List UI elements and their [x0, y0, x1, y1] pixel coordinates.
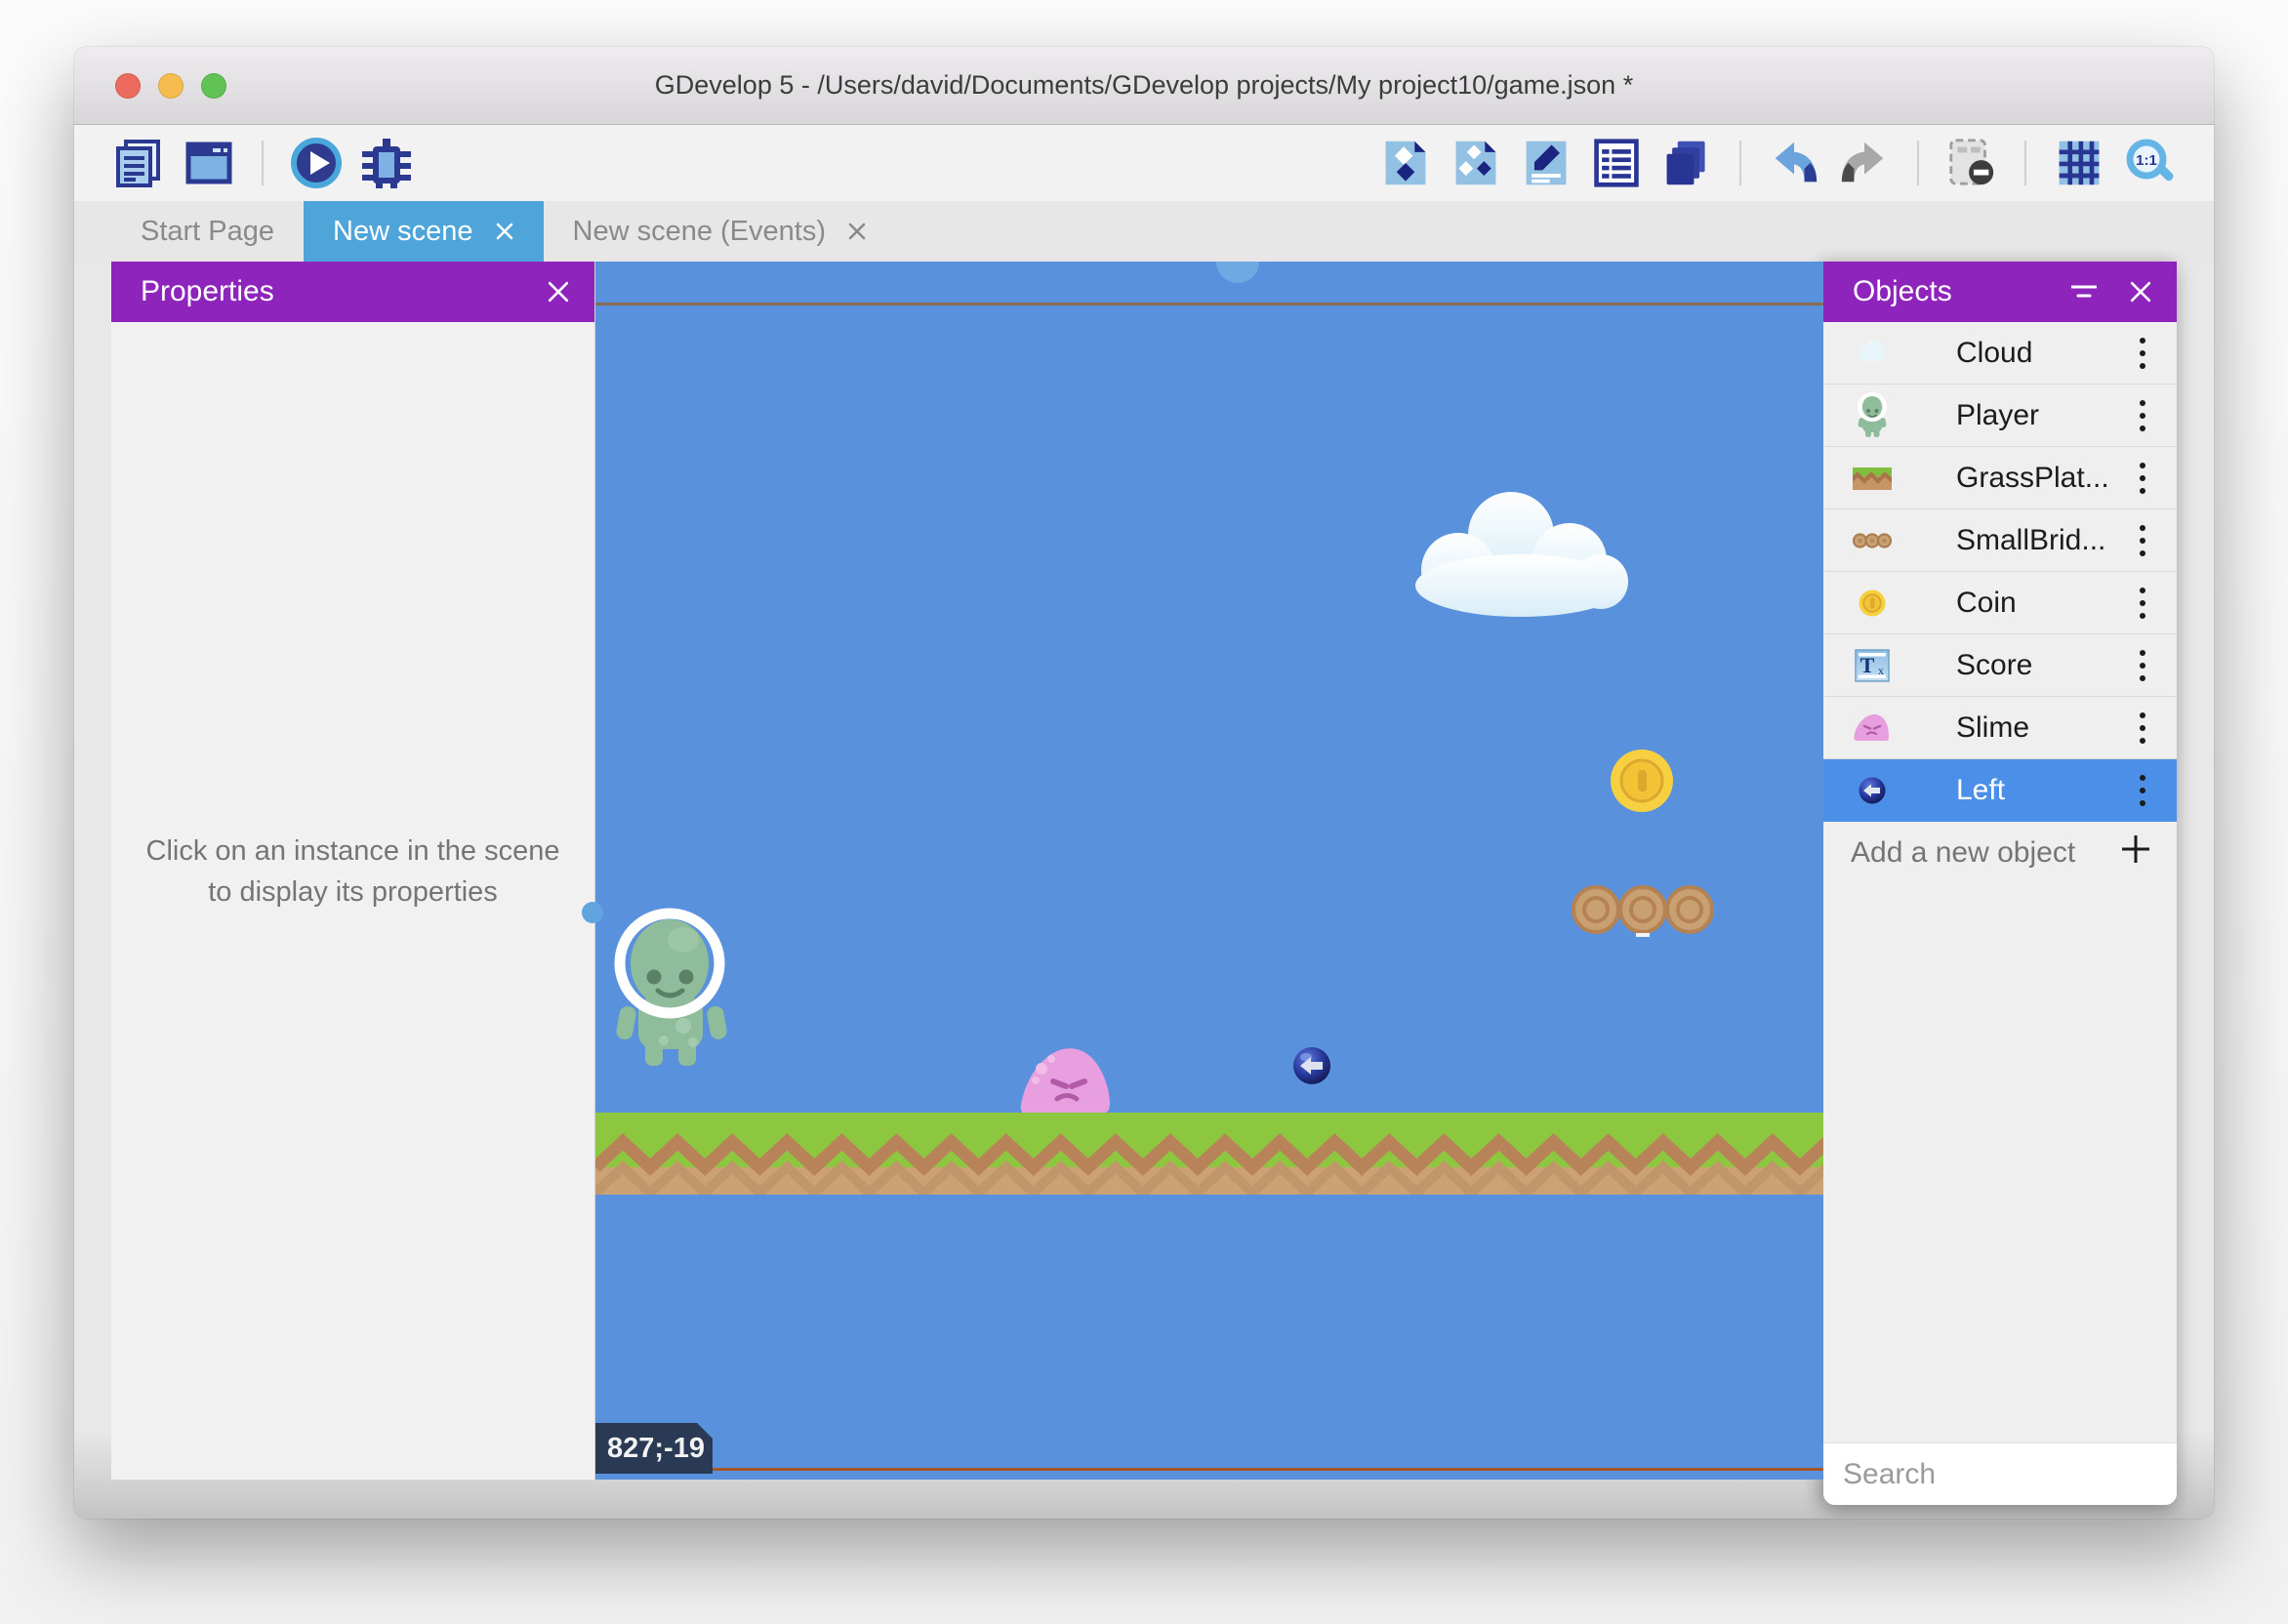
slime-sprite[interactable] [1020, 1039, 1114, 1114]
debug-icon[interactable] [359, 136, 414, 190]
object-menu-icon[interactable] [2134, 649, 2151, 682]
project-manager-icon[interactable] [111, 136, 166, 190]
slime-icon [1851, 701, 1894, 755]
object-row-score[interactable]: T x Score [1823, 634, 2177, 697]
layers-editor-icon[interactable] [1659, 136, 1714, 190]
toolbar-separator [2024, 141, 2026, 185]
properties-panel-header: Properties [111, 262, 594, 322]
svg-text:1:1: 1:1 [2136, 152, 2157, 169]
close-tab-icon[interactable] [847, 222, 867, 241]
object-search-bar [1823, 1442, 2177, 1505]
filter-icon[interactable] [2071, 284, 2097, 300]
mask-icon[interactable] [1944, 136, 1999, 190]
object-search-input[interactable] [1843, 1458, 2214, 1491]
object-row-grassplatform[interactable]: GrassPlat... [1823, 447, 2177, 509]
toolbar: 1:1 [74, 125, 2214, 201]
tab-start-page[interactable]: Start Page [111, 201, 304, 262]
object-row-player[interactable]: Player [1823, 385, 2177, 447]
objects-panel-empty-space [1823, 884, 2177, 1442]
preview-play-icon[interactable] [289, 136, 344, 190]
main-area: Properties Click on an instance in the s… [74, 262, 2214, 1519]
objects-panel: Objects [1823, 262, 2177, 1505]
tab-new-scene[interactable]: New scene [304, 201, 543, 262]
scene-canvas[interactable]: 827;-19 [595, 262, 1823, 1480]
object-menu-icon[interactable] [2134, 462, 2151, 495]
zoom-1-1-icon[interactable]: 1:1 [2122, 136, 2177, 190]
properties-panel-body: Click on an instance in the scene to dis… [111, 322, 594, 1480]
instances-list-icon[interactable] [1589, 136, 1644, 190]
small-bridge-sprite[interactable] [1572, 884, 1714, 939]
object-row-slime[interactable]: Slime [1823, 697, 2177, 759]
redo-icon[interactable] [1837, 136, 1892, 190]
player-icon [1851, 388, 1894, 443]
left-gutter [74, 262, 111, 1519]
grass-platform-sprite[interactable] [595, 1113, 1823, 1195]
scene-editor-icon[interactable] [182, 136, 236, 190]
svg-text:x: x [1878, 664, 1884, 677]
objects-panel-title: Objects [1853, 275, 1952, 308]
properties-empty-message: Click on an instance in the scene to dis… [144, 831, 561, 913]
app-window: GDevelop 5 - /Users/david/Documents/GDev… [74, 47, 2214, 1519]
object-groups-icon[interactable] [1449, 136, 1503, 190]
object-row-cloud[interactable]: Cloud [1823, 322, 2177, 385]
object-row-smallbridge[interactable]: SmallBrid... [1823, 509, 2177, 572]
close-tab-icon[interactable] [495, 222, 514, 241]
object-menu-icon[interactable] [2134, 774, 2151, 807]
add-new-object-button[interactable]: Add a new object [1823, 822, 2177, 884]
title-bar: GDevelop 5 - /Users/david/Documents/GDev… [74, 47, 2214, 125]
cloud-icon [1851, 326, 1894, 381]
properties-panel: Properties Click on an instance in the s… [111, 262, 595, 1480]
object-row-coin[interactable]: Coin [1823, 572, 2177, 634]
object-menu-icon[interactable] [2134, 399, 2151, 432]
toolbar-separator [262, 141, 264, 185]
grid-icon[interactable] [2052, 136, 2106, 190]
coin-sprite[interactable] [1609, 748, 1675, 814]
coin-icon [1851, 576, 1894, 630]
cloud-sprite[interactable] [1396, 480, 1646, 619]
object-row-left[interactable]: Left [1823, 759, 2177, 822]
tab-bar: Start Page New scene New scene (Events) [74, 201, 2214, 262]
window-title: GDevelop 5 - /Users/david/Documents/GDev… [74, 70, 2214, 101]
objects-panel-header: Objects [1823, 262, 2177, 322]
selection-handle-dot[interactable] [582, 902, 603, 923]
toolbar-separator [1917, 141, 1919, 185]
properties-panel-icon[interactable] [1519, 136, 1573, 190]
small-bridge-icon [1851, 513, 1894, 568]
close-objects-button[interactable] [2130, 281, 2151, 303]
left-arrow-icon [1851, 763, 1894, 818]
properties-panel-title: Properties [141, 275, 274, 308]
left-button-sprite[interactable] [1292, 1046, 1331, 1085]
objects-editor-icon[interactable] [1378, 136, 1433, 190]
object-menu-icon[interactable] [2134, 524, 2151, 557]
grass-platform-icon [1851, 451, 1894, 506]
toolbar-separator [1739, 141, 1741, 185]
tab-new-scene-events[interactable]: New scene (Events) [544, 201, 897, 262]
scene-bottom-border [595, 1468, 1823, 1471]
player-sprite[interactable] [613, 903, 730, 1066]
scene-top-border [595, 303, 1823, 305]
objects-panel-wrap: Objects [1823, 262, 2214, 1519]
object-menu-icon[interactable] [2134, 337, 2151, 370]
object-menu-icon[interactable] [2134, 587, 2151, 620]
undo-icon[interactable] [1767, 136, 1821, 190]
plus-icon [2120, 833, 2151, 873]
text-object-icon: T x [1851, 638, 1894, 693]
cursor-coordinates: 827;-19 [595, 1423, 713, 1474]
object-menu-icon[interactable] [2134, 711, 2151, 745]
svg-text:T: T [1860, 653, 1875, 677]
scene-resize-handle[interactable] [1216, 262, 1259, 283]
close-properties-button[interactable] [548, 281, 569, 303]
